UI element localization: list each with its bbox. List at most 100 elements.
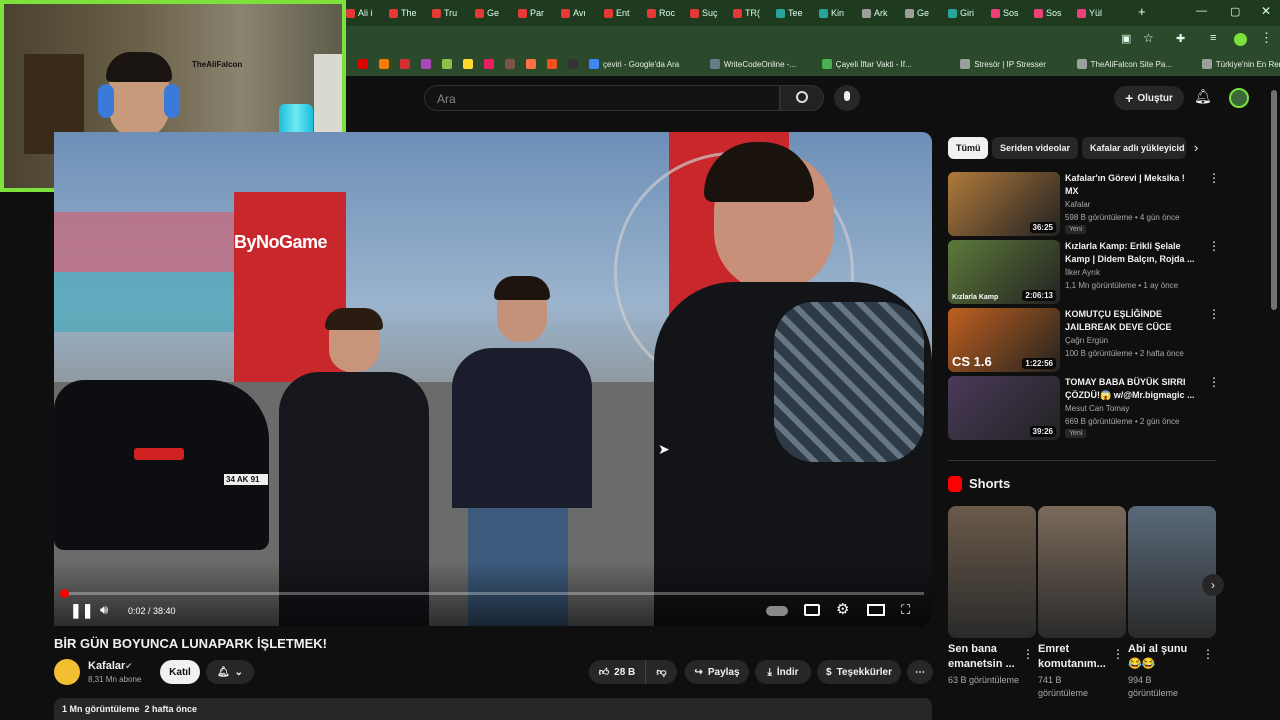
video-thumbnail[interactable]: 39:26 [948, 376, 1060, 440]
search-input[interactable]: Ara [424, 85, 780, 111]
recommended-video-title[interactable]: KOMUTÇU EŞLİĞİNDE JAILBREAK DEVE CÜCE OY… [1065, 308, 1197, 334]
bookmark-item[interactable] [442, 59, 452, 69]
browser-tab[interactable]: Sos [991, 4, 1031, 22]
bookmark-item[interactable] [358, 59, 368, 69]
browser-tab[interactable]: Ali i [346, 4, 386, 22]
browser-menu-icon[interactable]: ⋮ [1260, 30, 1273, 46]
create-button[interactable]: + Oluştur [1114, 86, 1184, 110]
short-more-options-icon[interactable]: ⋮ [1112, 648, 1124, 660]
recommended-video-channel[interactable]: İlker Ayrık [1065, 268, 1100, 277]
short-more-options-icon[interactable]: ⋮ [1202, 648, 1214, 660]
channel-avatar[interactable] [54, 659, 80, 685]
search-button[interactable] [780, 85, 824, 111]
autoplay-toggle[interactable] [766, 606, 788, 616]
browser-tab[interactable]: Par [518, 4, 558, 22]
browser-tab[interactable]: Ge [905, 4, 945, 22]
browser-tab[interactable]: Tru [432, 4, 472, 22]
recommended-video-channel[interactable]: Mesut Can Tomay [1065, 404, 1129, 413]
browser-tab[interactable]: The [389, 4, 429, 22]
bookmark-item[interactable]: Türkiye'nin En Renkl... [1201, 59, 1280, 69]
dislike-button[interactable]: 👎︎ [645, 660, 677, 684]
bookmark-item[interactable] [526, 59, 536, 69]
recommended-video-channel[interactable]: Çağrı Ergün [1065, 336, 1108, 345]
theater-mode-icon[interactable] [867, 604, 885, 616]
shorts-next-button[interactable]: › [1202, 574, 1224, 596]
bookmark-item[interactable]: Çayeli İftar Vakti - İf... [821, 59, 912, 69]
bookmark-item[interactable] [421, 59, 431, 69]
more-options-icon[interactable]: ⋮ [1208, 240, 1220, 252]
voice-search-button[interactable] [834, 85, 860, 111]
subscribed-button[interactable]: 🔔︎ ⌄ [206, 660, 254, 684]
bookmark-item[interactable] [484, 59, 494, 69]
short-title[interactable]: Sen bana emanetsin ... [948, 642, 1020, 672]
bookmark-item[interactable]: Stresör | IP Stresser [960, 59, 1046, 69]
browser-tab[interactable]: Ark [862, 4, 902, 22]
video-thumbnail[interactable]: Kızlarla Kamp 2:06:13 [948, 240, 1060, 304]
filter-chip[interactable]: Tümü [948, 137, 988, 159]
recommended-video-channel[interactable]: Kafalar [1065, 200, 1090, 209]
browser-tab[interactable]: Giri [948, 4, 988, 22]
recommended-video-title[interactable]: TOMAY BABA BÜYÜK SIRRI ÇÖZDÜ!😱 w/@Mr.big… [1065, 376, 1197, 402]
like-button[interactable]: 👍︎ 28 B [589, 660, 645, 684]
more-options-icon[interactable]: ⋮ [1208, 376, 1220, 388]
bookmark-item[interactable]: çeviri - Google'da Ara [589, 59, 679, 69]
video-thumbnail[interactable]: CS 1.6 1:22:56 [948, 308, 1060, 372]
browser-tab[interactable]: Sos [1034, 4, 1074, 22]
recommended-video[interactable]: Kızlarla Kamp 2:06:13 Kızlarla Kamp: Erikl… [948, 240, 1220, 304]
browser-tab[interactable]: Kin [819, 4, 859, 22]
bookmark-item[interactable]: WriteCodeOnline -... [709, 59, 796, 69]
short-title[interactable]: Abi al şunu 😂😂 [1128, 642, 1200, 672]
bookmark-item[interactable] [400, 59, 410, 69]
browser-tab[interactable]: Suç [690, 4, 730, 22]
bookmark-star-icon[interactable]: ☆ [1143, 31, 1154, 45]
new-tab-button[interactable]: + [1138, 4, 1146, 19]
media-icon[interactable]: ≡ [1210, 32, 1216, 44]
download-button[interactable]: ⤓ İndir [755, 660, 811, 684]
short-thumbnail[interactable] [1038, 506, 1126, 638]
browser-tab[interactable]: TR( [733, 4, 773, 22]
progress-bar[interactable] [60, 589, 924, 598]
filter-chip[interactable]: Kafalar adlı yükleyicid [1082, 137, 1186, 159]
bookmark-item[interactable] [505, 59, 515, 69]
progress-scrubber[interactable] [60, 589, 69, 598]
short-more-options-icon[interactable]: ⋮ [1022, 648, 1034, 660]
short-thumbnail[interactable] [1128, 506, 1216, 638]
more-actions-button[interactable]: ⋯ [907, 660, 933, 684]
extensions-icon[interactable]: ✚ [1176, 32, 1185, 45]
browser-tab[interactable]: Tee [776, 4, 816, 22]
more-options-icon[interactable]: ⋮ [1208, 172, 1220, 184]
chips-next-chevron-icon[interactable]: › [1194, 140, 1198, 155]
profile-icon[interactable] [1234, 33, 1247, 46]
subtitles-icon[interactable] [804, 604, 820, 616]
maximize-button[interactable]: ▢ [1230, 5, 1240, 18]
description-box[interactable]: 1 Mn görüntüleme 2 hafta önce [54, 698, 932, 720]
bookmark-item[interactable] [547, 59, 557, 69]
browser-tab[interactable]: Roc [647, 4, 687, 22]
notifications-bell-icon[interactable]: 🔔︎ [1194, 88, 1212, 105]
recommended-video[interactable]: CS 1.6 1:22:56 KOMUTÇU EŞLİĞİNDE JAILBREAK… [948, 308, 1220, 372]
join-button[interactable]: Katıl [160, 660, 200, 684]
bookmark-item[interactable] [568, 59, 578, 69]
more-options-icon[interactable]: ⋮ [1208, 308, 1220, 320]
minimize-button[interactable]: — [1196, 5, 1207, 17]
thanks-button[interactable]: $ Teşekkürler [817, 660, 901, 684]
browser-tab[interactable]: Ge [475, 4, 515, 22]
cast-icon[interactable]: ▣ [1121, 32, 1131, 45]
video-thumbnail[interactable]: 36:25 [948, 172, 1060, 236]
recommended-video[interactable]: 39:26 TOMAY BABA BÜYÜK SIRRI ÇÖZDÜ!😱 w/@M… [948, 376, 1220, 440]
page-scrollbar[interactable] [1271, 90, 1277, 310]
pause-button[interactable]: ❚❚ [70, 602, 93, 619]
filter-chip[interactable]: Seriden videolar [992, 137, 1078, 159]
browser-tab[interactable]: Ent [604, 4, 644, 22]
volume-icon[interactable]: 🔊︎ [100, 602, 108, 618]
short-thumbnail[interactable] [948, 506, 1036, 638]
bookmark-item[interactable]: TheAliFalcon Site Pa... [1076, 59, 1172, 69]
recommended-video-title[interactable]: Kızlarla Kamp: Erikli Şelale Kamp | Dide… [1065, 240, 1197, 266]
bookmark-item[interactable] [463, 59, 473, 69]
close-window-button[interactable]: ✕ [1261, 4, 1271, 18]
short-title[interactable]: Emret komutanım... [1038, 642, 1110, 672]
fullscreen-icon[interactable]: ⛶ [901, 602, 910, 618]
video-player[interactable]: ByNoGame 34 AK 91 ❚❚ 🔊︎ 0:02 / 38:40 ⚙ ⛶ [54, 132, 932, 626]
share-button[interactable]: ↪ Paylaş [685, 660, 749, 684]
bookmark-item[interactable] [379, 59, 389, 69]
